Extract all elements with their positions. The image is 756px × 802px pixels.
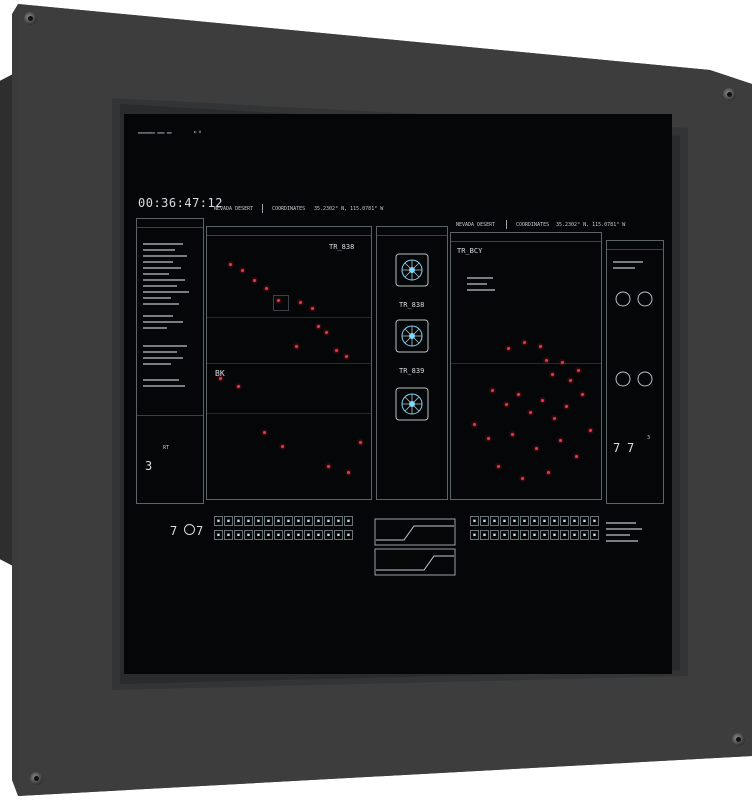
unit-label: TR_838 [399, 301, 425, 309]
toggle-icon[interactable] [184, 524, 195, 535]
fan-icon[interactable] [395, 319, 429, 353]
right-info-panel: 7 7 3 [606, 240, 664, 504]
screw-bottom-left [30, 772, 43, 785]
fan-icon[interactable] [395, 253, 429, 287]
screw-bottom-right [732, 733, 745, 746]
bottom-value-b: 7 [196, 524, 204, 538]
unit-column: TR_838 TR_839 [376, 226, 448, 500]
separator [262, 204, 263, 213]
map-panel-right[interactable]: TR_BCY [450, 232, 602, 500]
bottom-value-a: 7 [170, 524, 178, 538]
screw-top-left [24, 12, 37, 25]
display-screen: ▬▬▬▬▬▬▬ ▬▬▬ ▬▬ ◐ ▮ 00:36:47:12 NEVADA DE… [124, 114, 672, 674]
map-left-title: TR_838 [329, 243, 355, 251]
gauge-icon [615, 371, 653, 387]
signal-graph [374, 518, 456, 576]
right-value-a: 7 [613, 441, 621, 455]
coords-value-right: 35.2302° N, 115.0781° W [556, 222, 626, 228]
system-header-icons: ◐ ▮ [194, 129, 202, 134]
location-right: NEVADA DESERT [456, 222, 496, 228]
coords-label-right: COORDINATES [516, 222, 550, 228]
map-panel-left[interactable]: TR_838 BK [206, 226, 372, 500]
fan-icon[interactable] [395, 387, 429, 421]
keypad-left[interactable]: ■ ■ ■ ■ ■ ■ ■ ■ ■ ■ ■ ■ ■ ■ ■ ■ ■ ■ ■ ■ ■ ■ ■ ■ ■ ■ ■ ■ [214, 516, 362, 544]
target-box[interactable] [273, 295, 289, 311]
monitor-photo: ▬▬▬▬▬▬▬ ▬▬▬ ▬▬ ◐ ▮ 00:36:47:12 NEVADA DE… [0, 0, 756, 802]
separator [506, 220, 507, 229]
left-panel-label: RT [163, 445, 170, 451]
right-value-b: 7 [627, 441, 635, 455]
left-info-panel: 3 RT [136, 218, 204, 504]
right-value-c: 3 [647, 435, 651, 441]
screw-top-right [723, 88, 736, 101]
map-right-title: TR_BCY [457, 247, 483, 255]
coords-label-left: COORDINATES [272, 206, 306, 212]
system-header-label: ▬▬▬▬▬▬▬ ▬▬▬ ▬▬ [138, 130, 172, 135]
gauge-icon [615, 291, 653, 307]
keypad-right[interactable]: ■ ■ ■ ■ ■ ■ ■ ■ ■ ■ ■ ■ ■ ■ ■ ■ ■ ■ ■ ■ ■ ■ ■ ■ ■ ■ [470, 516, 600, 544]
bottom-right-notes [606, 518, 656, 548]
mission-time: 00:36:47:12 [138, 196, 223, 210]
location-left: NEVADA DESERT [214, 206, 254, 212]
unit-label: TR_839 [399, 367, 425, 375]
left-big-number: 3 [145, 459, 153, 473]
coords-value-left: 35.2302° N, 115.0781° W [314, 206, 384, 212]
